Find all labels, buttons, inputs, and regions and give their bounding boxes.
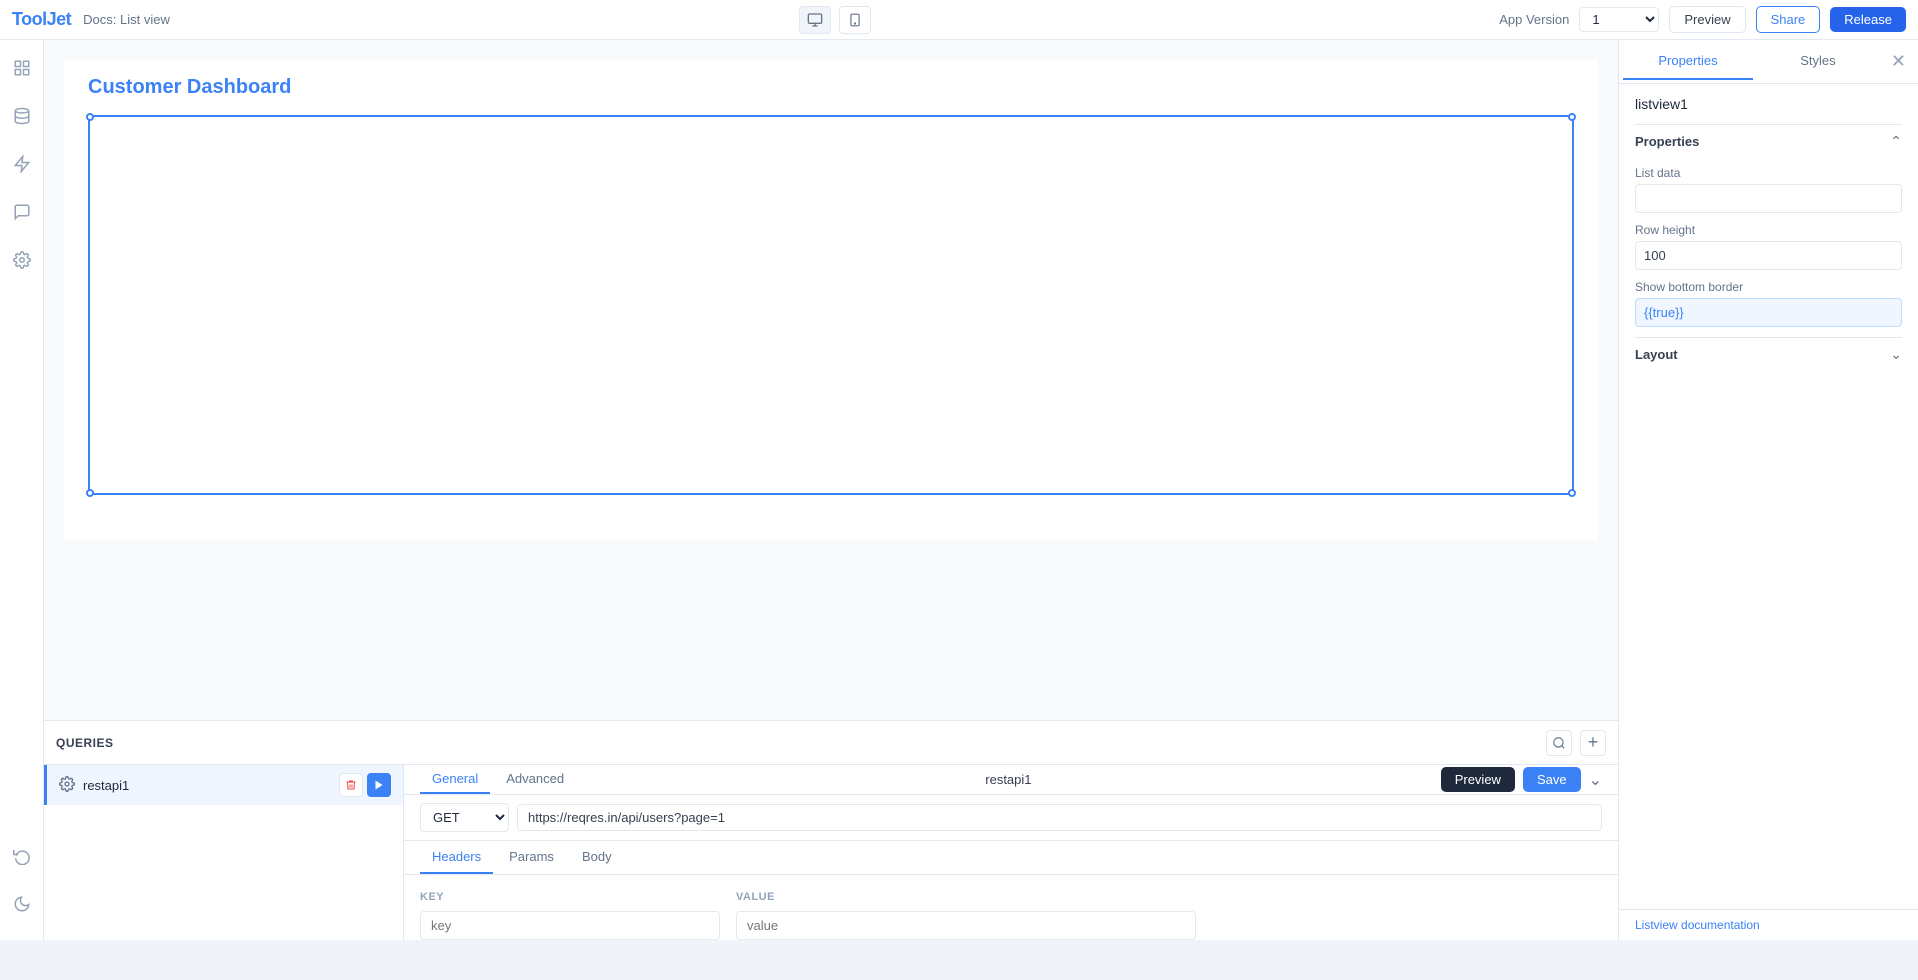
sidebar-icon-data[interactable] — [6, 100, 38, 132]
headers-col-labels: KEY VALUE — [420, 891, 1602, 903]
resize-handle-br[interactable] — [1568, 489, 1576, 497]
query-save-button[interactable]: Save — [1523, 767, 1581, 792]
query-url-bar: GET POST PUT DELETE PATCH — [404, 795, 1618, 841]
row-height-input[interactable] — [1635, 241, 1902, 270]
page-title: Customer Dashboard — [64, 60, 1598, 115]
header-key-input[interactable] — [420, 911, 720, 940]
sidebar-icon-chat[interactable] — [6, 196, 38, 228]
show-border-label: Show bottom border — [1635, 280, 1902, 294]
version-select[interactable]: 1 — [1579, 7, 1659, 32]
query-actions-right: Preview Save ⌄ — [1441, 767, 1602, 792]
subtab-body[interactable]: Body — [570, 841, 624, 874]
col-key-label: KEY — [420, 891, 720, 903]
sidebar-icon-undo[interactable] — [6, 840, 38, 872]
right-panel: Properties Styles ✕ listview1 Properties… — [1618, 40, 1918, 940]
preview-button[interactable]: Preview — [1669, 6, 1745, 33]
resize-handle-tr[interactable] — [1568, 113, 1576, 121]
query-editor: General Advanced restapi1 Preview Save ⌄… — [404, 765, 1618, 940]
collapse-query-button[interactable]: ⌄ — [1589, 770, 1602, 790]
properties-section-header[interactable]: Properties ⌃ — [1635, 124, 1902, 158]
close-right-panel-button[interactable]: ✕ — [1883, 47, 1914, 76]
row-height-label: Row height — [1635, 223, 1902, 237]
query-item-icon — [59, 776, 75, 795]
delete-query-button[interactable] — [339, 773, 363, 797]
queries-panel: QUERIES + restapi1 — [44, 720, 1618, 940]
mobile-view-button[interactable] — [839, 6, 871, 34]
doc-title: Docs: List view — [83, 12, 170, 27]
header-value-input[interactable] — [736, 911, 1196, 940]
layout-section-arrow: ⌄ — [1890, 346, 1902, 363]
sidebar — [0, 40, 44, 940]
sidebar-icon-settings[interactable] — [6, 244, 38, 276]
sidebar-icon-theme[interactable] — [6, 888, 38, 920]
topbar-center — [182, 6, 1487, 34]
col-value-label: VALUE — [736, 891, 1602, 903]
right-panel-body: listview1 Properties ⌃ List data Row hei… — [1619, 84, 1918, 909]
add-query-button[interactable]: + — [1580, 730, 1606, 756]
queries-label: QUERIES — [56, 736, 1538, 750]
tab-general[interactable]: General — [420, 765, 490, 794]
release-button[interactable]: Release — [1830, 7, 1906, 32]
layout-section-title: Layout — [1635, 347, 1678, 362]
query-item-actions — [339, 773, 391, 797]
url-input[interactable] — [517, 804, 1602, 831]
query-editor-header: General Advanced restapi1 Preview Save ⌄ — [404, 765, 1618, 795]
prop-list-data: List data — [1635, 166, 1902, 223]
main-layout: Customer Dashboard QUERIES + — [0, 40, 1918, 940]
sidebar-icon-components[interactable] — [6, 148, 38, 180]
list-data-input[interactable] — [1635, 184, 1902, 213]
show-border-input[interactable] — [1635, 298, 1902, 327]
canvas-page: Customer Dashboard — [64, 60, 1598, 540]
tab-advanced[interactable]: Advanced — [494, 765, 576, 794]
list-data-label: List data — [1635, 166, 1902, 180]
layout-section-header[interactable]: Layout ⌄ — [1635, 337, 1902, 371]
queries-header: QUERIES + — [44, 721, 1618, 765]
listview-doc-link[interactable]: Listview documentation — [1619, 909, 1918, 940]
resize-handle-bl[interactable] — [86, 489, 94, 497]
prop-row-height: Row height — [1635, 223, 1902, 280]
search-queries-button[interactable] — [1546, 730, 1572, 756]
query-editor-name: restapi1 — [580, 772, 1437, 787]
canvas-container: Customer Dashboard QUERIES + — [44, 40, 1618, 940]
resize-handle-tl[interactable] — [86, 113, 94, 121]
headers-table: KEY VALUE — [404, 875, 1618, 940]
app-version-label: App Version — [1499, 12, 1569, 27]
headers-row — [420, 911, 1602, 940]
share-button[interactable]: Share — [1756, 6, 1821, 33]
tab-properties[interactable]: Properties — [1623, 43, 1753, 80]
prop-show-border: Show bottom border — [1635, 280, 1902, 337]
properties-section-arrow: ⌃ — [1890, 133, 1902, 150]
listview-widget[interactable] — [88, 115, 1574, 495]
queries-body: restapi1 General — [44, 765, 1618, 940]
widget-name: listview1 — [1635, 96, 1902, 112]
run-query-button[interactable] — [367, 773, 391, 797]
topbar-right: App Version 1 Preview Share Release — [1499, 6, 1906, 33]
method-select[interactable]: GET POST PUT DELETE PATCH — [420, 803, 509, 832]
query-item[interactable]: restapi1 — [44, 765, 403, 805]
queries-list: restapi1 — [44, 765, 404, 940]
query-preview-button[interactable]: Preview — [1441, 767, 1515, 792]
properties-section-title: Properties — [1635, 134, 1699, 149]
logo: ToolJet — [12, 9, 71, 30]
desktop-view-button[interactable] — [799, 6, 831, 34]
query-subtabs: Headers Params Body — [404, 841, 1618, 875]
query-name: restapi1 — [83, 778, 331, 793]
topbar: ToolJet Docs: List view App Version 1 Pr… — [0, 0, 1918, 40]
canvas-scroll: Customer Dashboard — [44, 40, 1618, 720]
right-panel-header: Properties Styles ✕ — [1619, 40, 1918, 84]
subtab-headers[interactable]: Headers — [420, 841, 493, 874]
subtab-params[interactable]: Params — [497, 841, 566, 874]
sidebar-icon-pages[interactable] — [6, 52, 38, 84]
tab-styles[interactable]: Styles — [1753, 43, 1883, 80]
